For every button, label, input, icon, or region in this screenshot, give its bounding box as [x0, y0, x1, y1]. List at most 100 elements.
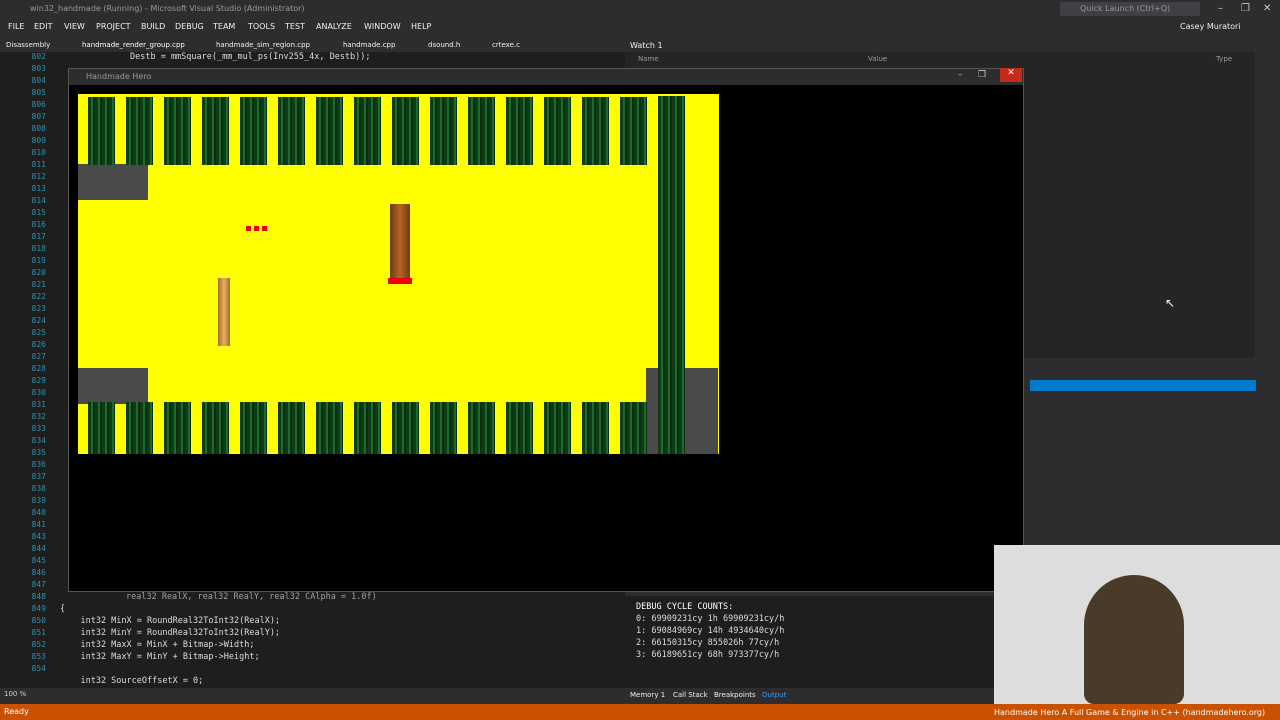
menu-tools[interactable]: TOOLS [248, 22, 275, 31]
line-number: 840 [31, 508, 46, 517]
tree-tile [88, 97, 115, 165]
line-number: 837 [31, 472, 46, 481]
tree-tile [468, 402, 495, 454]
menu-project[interactable]: PROJECT [96, 22, 131, 31]
tab-call-stack[interactable]: Call Stack [673, 691, 708, 699]
tab-render-group[interactable]: handmade_render_group.cpp [82, 41, 185, 49]
line-number: 815 [31, 208, 46, 217]
tab-output[interactable]: Output [762, 691, 786, 699]
code-line: int32 MinX = RoundReal32ToInt32(RealX); [60, 616, 281, 626]
game-window-titlebar[interactable] [69, 69, 1023, 85]
watch-col-value: Value [868, 55, 888, 63]
line-number: 816 [31, 220, 46, 229]
line-number: 806 [31, 100, 46, 109]
line-number: 802 [31, 52, 46, 61]
line-number: 819 [31, 256, 46, 265]
menu-debug[interactable]: DEBUG [175, 22, 204, 31]
tree-tile [316, 97, 343, 165]
line-number: 812 [31, 172, 46, 181]
line-number: 825 [31, 328, 46, 337]
person-silhouette [1084, 575, 1184, 704]
tab-breakpoints[interactable]: Breakpoints [714, 691, 756, 699]
tab-memory[interactable]: Memory 1 [630, 691, 665, 699]
menu-analyze[interactable]: ANALYZE [316, 22, 352, 31]
line-number: 851 [31, 628, 46, 637]
line-number: 804 [31, 76, 46, 85]
output-line: 0: 69909231cy 1h 69909231cy/h [636, 614, 785, 624]
wall-block [78, 164, 148, 200]
line-number: 833 [31, 424, 46, 433]
line-number: 820 [31, 268, 46, 277]
hero-sprite [390, 204, 410, 284]
zoom-level[interactable]: 100 % [4, 690, 26, 698]
game-viewport[interactable] [78, 94, 719, 454]
line-number: 845 [31, 556, 46, 565]
line-number: 847 [31, 580, 46, 589]
game-maximize-button[interactable]: ❐ [978, 70, 986, 80]
tree-tile [544, 97, 571, 165]
watch-col-type: Type [1216, 55, 1233, 63]
tree-tile [430, 97, 457, 165]
tree-tile [506, 402, 533, 454]
line-number: 836 [31, 460, 46, 469]
menu-test[interactable]: TEST [285, 22, 305, 31]
game-minimize-button[interactable]: – [958, 70, 963, 80]
tree-tile [126, 402, 153, 454]
close-button[interactable]: ✕ [1263, 3, 1271, 14]
line-number: 832 [31, 412, 46, 421]
line-number: 850 [31, 616, 46, 625]
output-line: 2: 66150315cy 855026h 77cy/h [636, 638, 780, 648]
line-number: 827 [31, 352, 46, 361]
tree-tile [392, 97, 419, 165]
menu-help[interactable]: HELP [411, 22, 431, 31]
tab-dsound[interactable]: dsound.h [428, 41, 460, 49]
menu-window[interactable]: WINDOW [364, 22, 401, 31]
tree-tile [354, 97, 381, 165]
line-number: 852 [31, 640, 46, 649]
menu-file[interactable]: FILE [8, 22, 24, 31]
floating-panel-titlebar[interactable] [1030, 380, 1256, 391]
line-number: 853 [31, 652, 46, 661]
tree-tile [582, 402, 609, 454]
line-number: 848 [31, 592, 46, 601]
tree-tile [544, 402, 571, 454]
tab-sim-region[interactable]: handmade_sim_region.cpp [216, 41, 310, 49]
window-title: win32_handmade (Running) - Microsoft Vis… [30, 4, 305, 13]
tab-handmade[interactable]: handmade.cpp [343, 41, 395, 49]
output-line: 1: 69084969cy 14h 4934640cy/h [636, 626, 785, 636]
output-line: 3: 66189651cy 68h 973377cy/h [636, 650, 780, 660]
line-number: 839 [31, 496, 46, 505]
webcam-overlay [994, 545, 1280, 704]
line-number: 843 [31, 532, 46, 541]
menu-view[interactable]: VIEW [64, 22, 85, 31]
menu-build[interactable]: BUILD [141, 22, 165, 31]
tree-tile [88, 402, 115, 454]
tree-tile [126, 97, 153, 165]
line-number: 844 [31, 544, 46, 553]
stream-caption: Handmade Hero A Full Game & Engine in C+… [994, 708, 1266, 717]
line-number: 817 [31, 232, 46, 241]
menu-team[interactable]: TEAM [213, 22, 235, 31]
maximize-button[interactable]: ❐ [1241, 3, 1250, 14]
tree-tile [430, 402, 457, 454]
line-number: 854 [31, 664, 46, 673]
quick-launch-input[interactable]: Quick Launch (Ctrl+Q) [1060, 2, 1200, 16]
line-number: 824 [31, 316, 46, 325]
line-number: 823 [31, 304, 46, 313]
menu-edit[interactable]: EDIT [34, 22, 52, 31]
line-number: 810 [31, 148, 46, 157]
minimize-button[interactable]: – [1218, 3, 1223, 14]
game-close-button[interactable]: ✕ [1000, 68, 1022, 82]
tree-tile [164, 402, 191, 454]
line-number: 846 [31, 568, 46, 577]
output-header: DEBUG CYCLE COUNTS: [636, 602, 734, 612]
line-number: 841 [31, 520, 46, 529]
tab-disassembly[interactable]: Disassembly [6, 41, 50, 49]
tab-crtexe[interactable]: crtexe.c [492, 41, 520, 49]
tree-tile [620, 97, 647, 165]
tree-tile [506, 97, 533, 165]
user-name[interactable]: Casey Muratori [1180, 22, 1241, 31]
line-number: 814 [31, 196, 46, 205]
code-line: int32 SourceOffsetX = 0; [60, 676, 204, 686]
tree-tile [202, 402, 229, 454]
